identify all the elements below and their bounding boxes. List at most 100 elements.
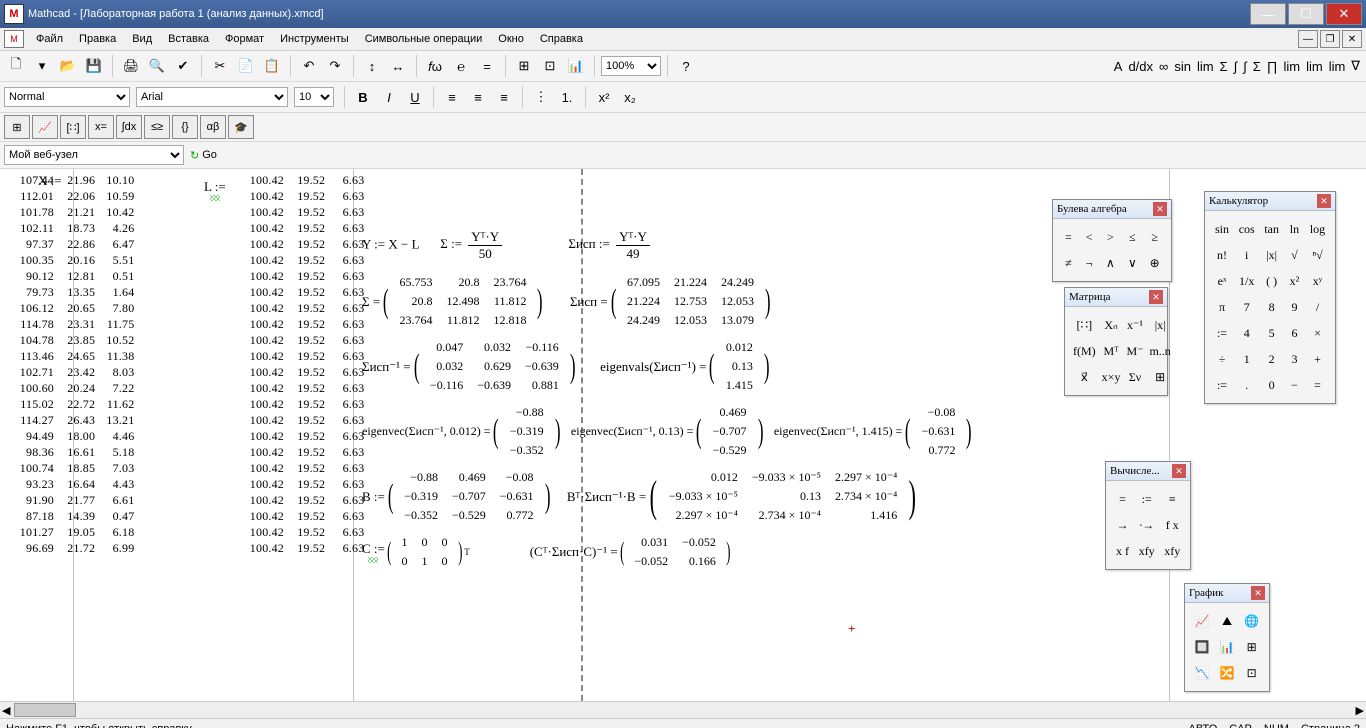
palette-item[interactable]: 📊 bbox=[1216, 635, 1239, 659]
palette-item[interactable]: 3 bbox=[1285, 347, 1304, 371]
palette-item[interactable]: sin bbox=[1211, 217, 1233, 241]
palette-item[interactable]: tan bbox=[1260, 217, 1282, 241]
math-tool-button[interactable]: ∞ bbox=[1159, 59, 1168, 74]
math-tool-button[interactable]: Σ bbox=[1253, 59, 1261, 74]
eval-palette[interactable]: Вычисле...✕ =:=≡→∙→f xx fxfyxfy bbox=[1105, 461, 1191, 570]
palette-item[interactable]: ln bbox=[1285, 217, 1304, 241]
palette-item[interactable]: / bbox=[1306, 295, 1329, 319]
palette-item[interactable]: Mᵀ bbox=[1100, 339, 1123, 363]
menu-edit[interactable]: Правка bbox=[71, 31, 124, 47]
palette-item[interactable]: |x| bbox=[1260, 243, 1282, 267]
symbolic-palette-button[interactable]: 🎓 bbox=[228, 115, 254, 139]
palette-item[interactable]: cos bbox=[1235, 217, 1258, 241]
undo-button[interactable]: ↶ bbox=[297, 54, 321, 78]
palette-item[interactable]: = bbox=[1112, 487, 1133, 511]
preview-button[interactable]: 🔍 bbox=[145, 54, 169, 78]
palette-item[interactable]: + bbox=[1306, 347, 1329, 371]
palette-item[interactable]: f(M) bbox=[1071, 339, 1098, 363]
math-tool-button[interactable]: d/dx bbox=[1128, 59, 1153, 74]
matrix-palette[interactable]: Матрица✕ [∷]Xₙx⁻¹|x|f(M)MᵀM⁻m..nx⃗x×yΣν⊞ bbox=[1064, 287, 1168, 396]
menu-tools[interactable]: Инструменты bbox=[272, 31, 357, 47]
palette-item[interactable]: 🔲 bbox=[1191, 635, 1214, 659]
palette-item[interactable]: x⃗ bbox=[1071, 365, 1098, 389]
palette-item[interactable]: 9 bbox=[1285, 295, 1304, 319]
calculator-palette[interactable]: Калькулятор✕ sincostanlnlogn!i|x|√ⁿ√eˣ1/… bbox=[1204, 191, 1336, 404]
cut-button[interactable]: ✂ bbox=[208, 54, 232, 78]
palette-item[interactable]: 1/x bbox=[1235, 269, 1258, 293]
palette-item[interactable]: → bbox=[1112, 513, 1133, 537]
zoom-select[interactable]: 100% bbox=[601, 56, 661, 76]
palette-item[interactable]: 2 bbox=[1260, 347, 1282, 371]
palette-item[interactable]: [∷] bbox=[1071, 313, 1098, 337]
palette-item[interactable]: 🔀 bbox=[1216, 661, 1239, 685]
palette-item[interactable]: ⊡ bbox=[1240, 661, 1263, 685]
align2-button[interactable]: ↔ bbox=[386, 54, 410, 78]
align-center-button[interactable]: ≡ bbox=[466, 85, 490, 109]
menu-insert[interactable]: Вставка bbox=[160, 31, 217, 47]
palette-item[interactable]: √ bbox=[1285, 243, 1304, 267]
math-tool-button[interactable]: Σ bbox=[1220, 59, 1228, 74]
help2-button[interactable]: ? bbox=[674, 54, 698, 78]
subscript-button[interactable]: x₂ bbox=[618, 85, 642, 109]
fx-button[interactable]: fω bbox=[423, 54, 447, 78]
palette-item[interactable]: 📉 bbox=[1191, 661, 1214, 685]
palette-item[interactable]: ⊞ bbox=[1240, 635, 1263, 659]
palette-item[interactable]: = bbox=[1306, 373, 1329, 397]
boolean-palette-button[interactable]: ≤≥ bbox=[144, 115, 170, 139]
math-tool-button[interactable]: A bbox=[1114, 59, 1123, 74]
align-left-button[interactable]: ≡ bbox=[440, 85, 464, 109]
palette-item[interactable]: ≤ bbox=[1122, 225, 1142, 249]
palette-close-button[interactable]: ✕ bbox=[1153, 202, 1167, 216]
palette-item[interactable]: m..n bbox=[1147, 339, 1172, 363]
palette-item[interactable]: − bbox=[1285, 373, 1304, 397]
programming-palette-button[interactable]: {} bbox=[172, 115, 198, 139]
go-button[interactable]: ↻Go bbox=[190, 149, 217, 162]
mdi-close-button[interactable]: ✕ bbox=[1342, 30, 1362, 48]
minimize-button[interactable]: — bbox=[1250, 3, 1286, 25]
palette-item[interactable]: ⊞ bbox=[1147, 365, 1172, 389]
component-button[interactable]: ⊞ bbox=[512, 54, 536, 78]
palette-item[interactable]: Xₙ bbox=[1100, 313, 1123, 337]
palette-item[interactable]: x² bbox=[1285, 269, 1304, 293]
palette-close-button[interactable]: ✕ bbox=[1251, 586, 1265, 600]
calc-button[interactable]: = bbox=[475, 54, 499, 78]
palette-item[interactable]: := bbox=[1211, 373, 1233, 397]
eval-palette-button[interactable]: x= bbox=[88, 115, 114, 139]
palette-item[interactable]: 8 bbox=[1260, 295, 1282, 319]
menu-file[interactable]: Файл bbox=[28, 31, 71, 47]
web-node-select[interactable]: Мой веб-узел bbox=[4, 145, 184, 165]
palette-item[interactable]: > bbox=[1100, 225, 1120, 249]
palette-item[interactable]: ( ) bbox=[1260, 269, 1282, 293]
palette-item[interactable]: x f bbox=[1112, 539, 1133, 563]
spell-button[interactable]: ✔ bbox=[171, 54, 195, 78]
mdi-minimize-button[interactable]: — bbox=[1298, 30, 1318, 48]
math-tool-button[interactable]: ∫ bbox=[1234, 59, 1238, 74]
graph-palette[interactable]: График✕ 📈⛰🌐🔲📊⊞📉🔀⊡ bbox=[1184, 583, 1270, 692]
mdi-restore-button[interactable]: ❐ bbox=[1320, 30, 1340, 48]
superscript-button[interactable]: x² bbox=[592, 85, 616, 109]
palette-item[interactable]: xfy bbox=[1160, 539, 1184, 563]
math-tool-button[interactable]: sin bbox=[1174, 59, 1191, 74]
palette-item[interactable]: 4 bbox=[1235, 321, 1258, 345]
math-tool-button[interactable]: ∫ bbox=[1243, 59, 1247, 74]
math-tool-button[interactable]: lim bbox=[1197, 59, 1214, 74]
math-tool-button[interactable]: ∏ bbox=[1267, 59, 1278, 74]
horizontal-scrollbar[interactable]: ◀▶ bbox=[0, 701, 1366, 718]
palette-item[interactable]: ≠ bbox=[1059, 251, 1078, 275]
palette-item[interactable]: 7 bbox=[1235, 295, 1258, 319]
palette-item[interactable]: xfy bbox=[1135, 539, 1159, 563]
math-tool-button[interactable]: lim bbox=[1329, 59, 1346, 74]
palette-item[interactable]: ∙→ bbox=[1135, 513, 1159, 537]
palette-item[interactable]: eˣ bbox=[1211, 269, 1233, 293]
palette-item[interactable]: 6 bbox=[1285, 321, 1304, 345]
palette-close-button[interactable]: ✕ bbox=[1172, 464, 1186, 478]
palette-item[interactable]: xʸ bbox=[1306, 269, 1329, 293]
palette-item[interactable]: x×y bbox=[1100, 365, 1123, 389]
open-button[interactable]: 📂 bbox=[56, 54, 80, 78]
bullets-button[interactable]: ⋮ bbox=[529, 85, 553, 109]
numbering-button[interactable]: 1. bbox=[555, 85, 579, 109]
palette-item[interactable]: := bbox=[1135, 487, 1159, 511]
palette-item[interactable]: ÷ bbox=[1211, 347, 1233, 371]
align-right-button[interactable]: ≡ bbox=[492, 85, 516, 109]
menu-help[interactable]: Справка bbox=[532, 31, 591, 47]
